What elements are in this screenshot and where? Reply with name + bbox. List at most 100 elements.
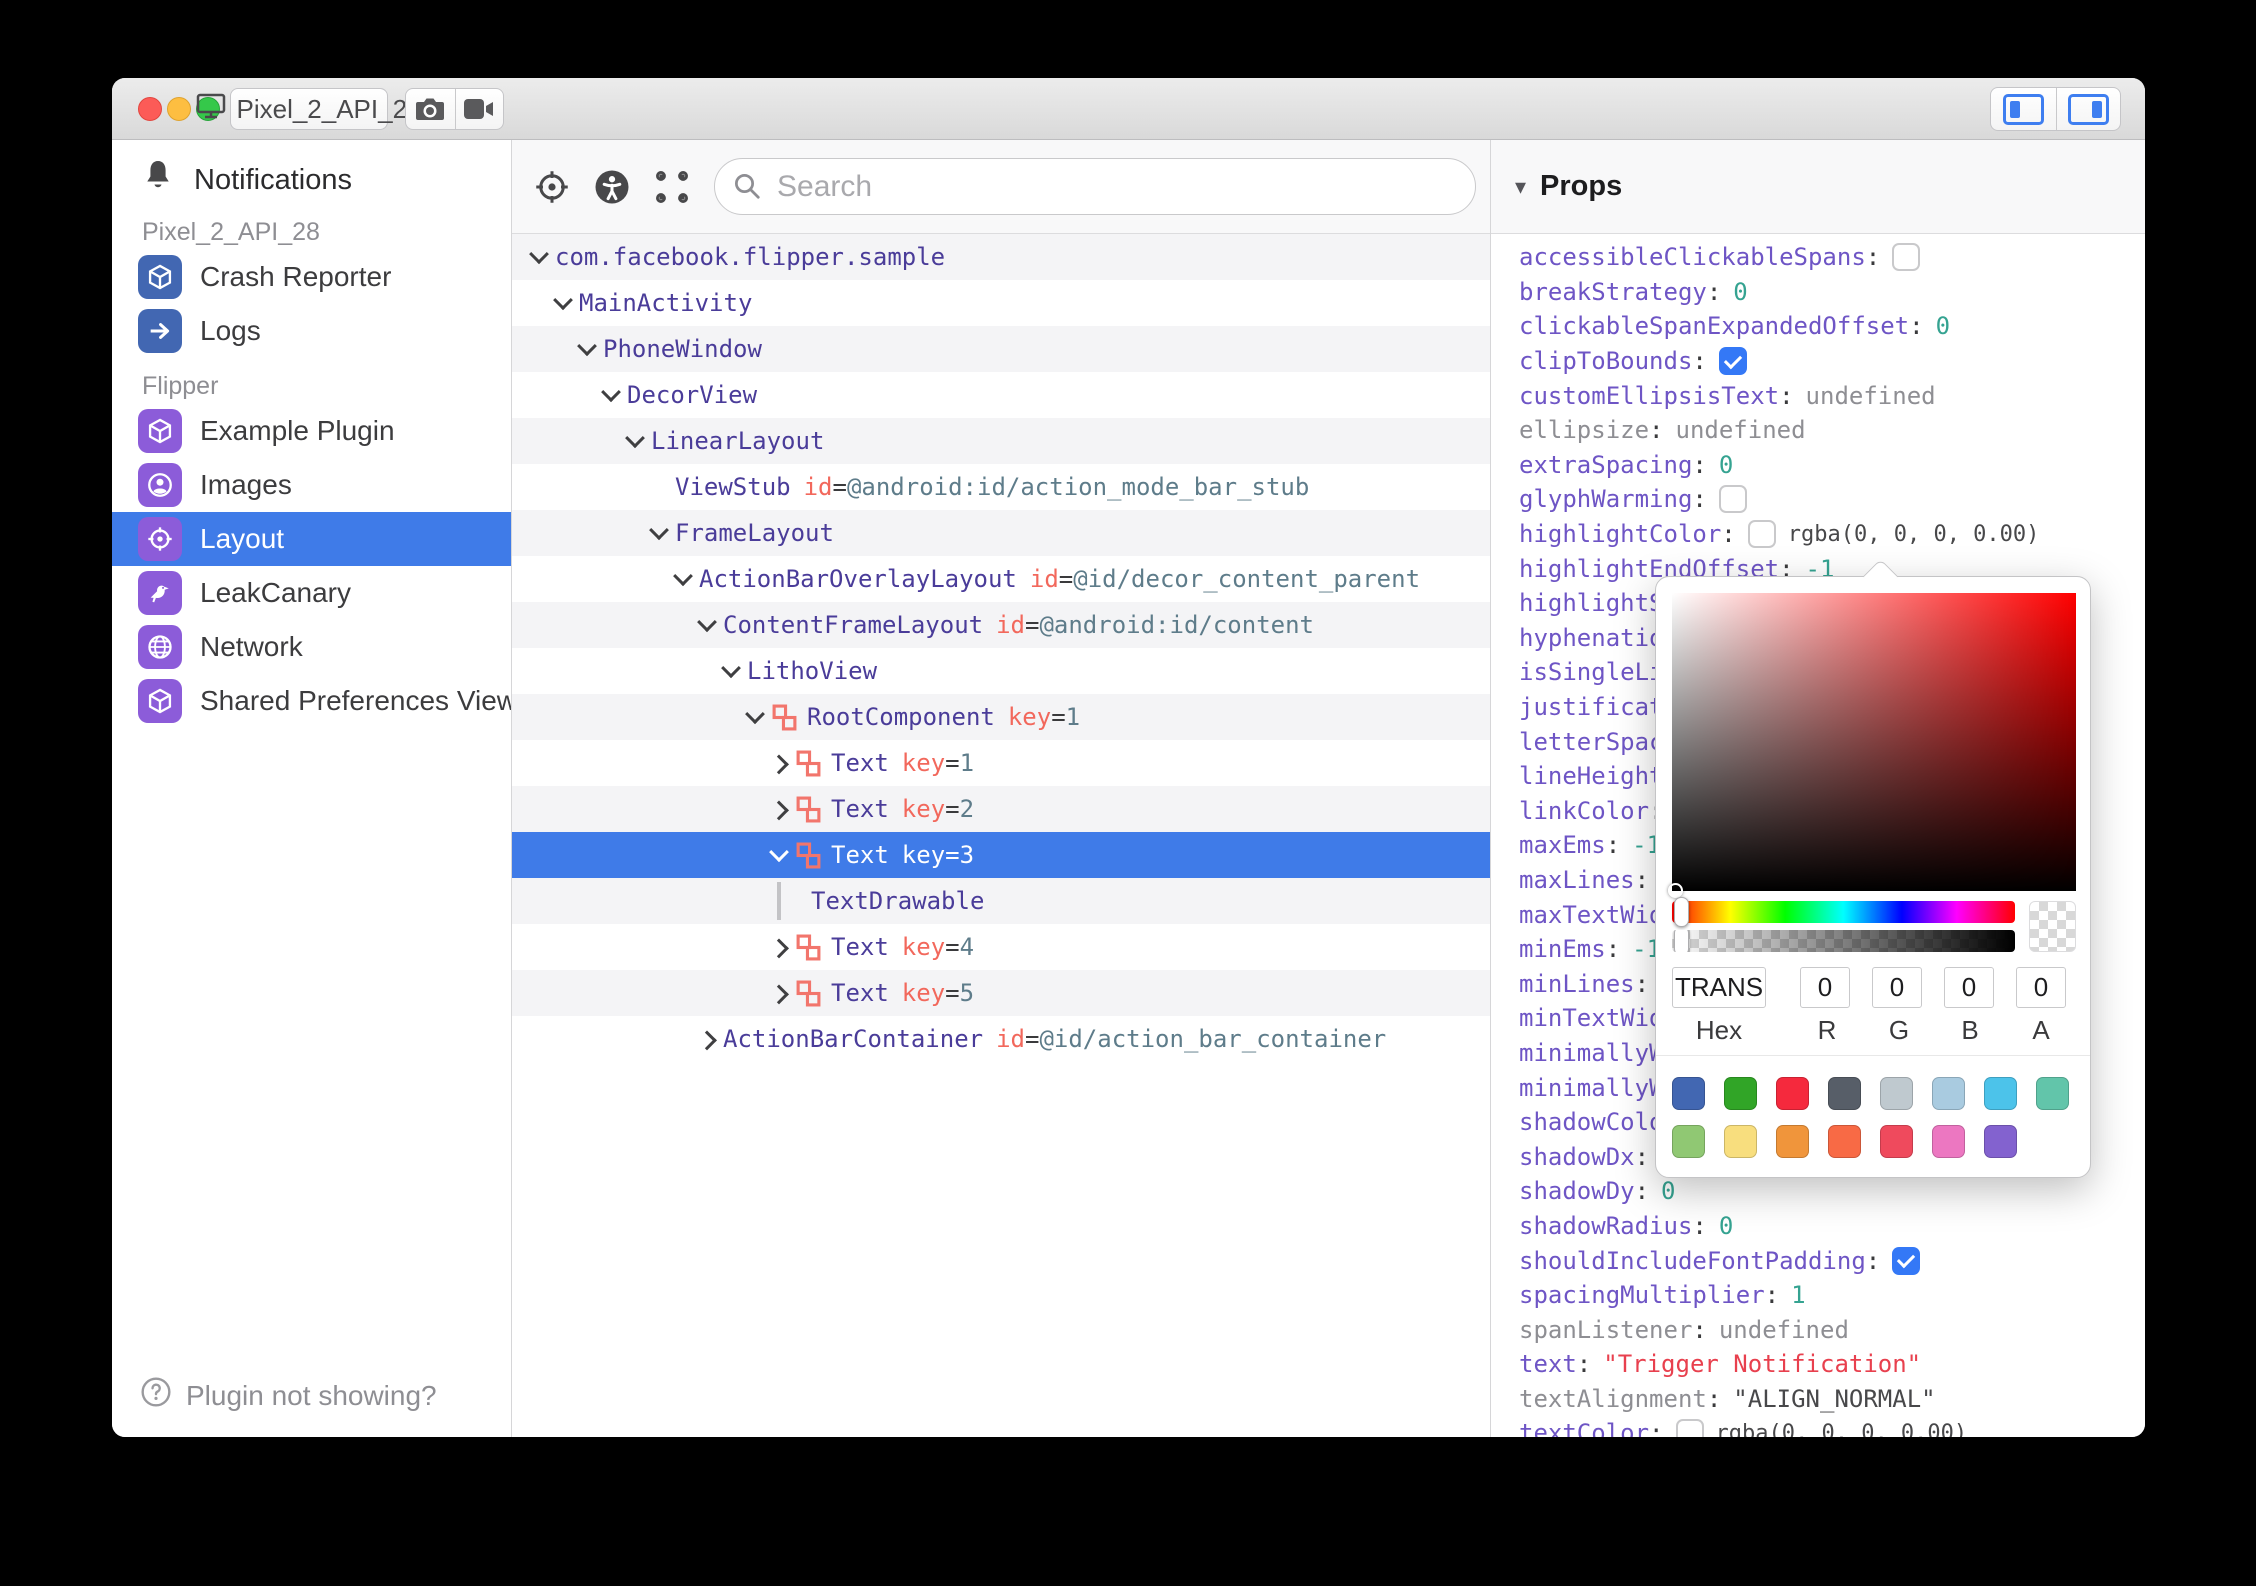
prop-value[interactable]: undefined — [1719, 1316, 1849, 1344]
prop-value[interactable]: 0 — [1936, 312, 1950, 340]
tree-row[interactable]: LinearLayout — [512, 418, 1490, 464]
prop-value[interactable]: 0 — [1733, 278, 1747, 306]
tree-row[interactable]: ActionBarOverlayLayout id=@id/decor_cont… — [512, 556, 1490, 602]
color-swatch[interactable] — [1932, 1077, 1965, 1110]
tree-row[interactable]: DecorView — [512, 372, 1490, 418]
color-swatch[interactable] — [1672, 1125, 1705, 1158]
tree-row[interactable]: ContentFrameLayout id=@android:id/conten… — [512, 602, 1490, 648]
chevron-icon[interactable] — [746, 710, 763, 724]
chevron-icon[interactable] — [626, 434, 643, 448]
screen-record-button[interactable] — [454, 89, 504, 129]
tree-row[interactable]: ViewStub id=@android:id/action_mode_bar_… — [512, 464, 1490, 510]
alpha-input[interactable] — [2016, 967, 2066, 1008]
alpha-slider[interactable] — [1672, 930, 2015, 952]
hex-input[interactable] — [1672, 967, 1766, 1008]
toggle-right-sidebar-button[interactable] — [2055, 88, 2121, 130]
tree-row[interactable]: PhoneWindow — [512, 326, 1490, 372]
device-selector-button[interactable]: Pixel_2_API_28 — [197, 88, 422, 130]
hue-slider-handle[interactable] — [1674, 897, 1689, 927]
color-swatch[interactable] — [1880, 1125, 1913, 1158]
tree-row[interactable]: MainActivity — [512, 280, 1490, 326]
alpha-slider-handle[interactable] — [1674, 930, 1689, 952]
color-swatch[interactable] — [2036, 1077, 2069, 1110]
prop-value[interactable]: 0 — [1719, 1212, 1733, 1240]
color-swatch[interactable] — [1724, 1077, 1757, 1110]
chevron-icon[interactable] — [578, 342, 595, 356]
chevron-icon[interactable] — [770, 756, 787, 770]
prop-value[interactable]: 1 — [1791, 1281, 1805, 1309]
sidebar-plugin-item[interactable]: LeakCanary — [112, 566, 511, 620]
chevron-icon[interactable] — [650, 526, 667, 540]
tree-row[interactable]: Text key=4 — [512, 924, 1490, 970]
tree-row[interactable]: Text key=3 — [512, 832, 1490, 878]
tree-row[interactable]: FrameLayout — [512, 510, 1490, 556]
minimize-button[interactable] — [167, 97, 191, 121]
prop-value[interactable]: undefined — [1806, 382, 1936, 410]
titlebar[interactable]: Pixel_2_API_28 — [112, 78, 2145, 140]
blue-input[interactable] — [1944, 967, 1994, 1008]
prop-checkbox[interactable] — [1892, 243, 1921, 272]
chevron-icon[interactable] — [698, 1032, 715, 1046]
chevron-icon[interactable] — [770, 802, 787, 816]
chevron-icon[interactable] — [722, 664, 739, 678]
prop-checkbox[interactable] — [1747, 520, 1776, 549]
chevron-icon[interactable] — [770, 882, 787, 920]
prop-value[interactable]: undefined — [1676, 416, 1806, 444]
tree-row[interactable]: Text key=5 — [512, 970, 1490, 1016]
tree-row[interactable]: com.facebook.flipper.sample — [512, 234, 1490, 280]
color-swatch[interactable] — [1880, 1077, 1913, 1110]
color-swatch[interactable] — [1984, 1077, 2017, 1110]
prop-value[interactable]: 0 — [1719, 451, 1733, 479]
hue-slider[interactable] — [1672, 897, 2015, 927]
close-button[interactable] — [138, 97, 162, 121]
prop-value[interactable]: 0 — [1661, 1177, 1675, 1205]
color-swatch[interactable] — [1828, 1125, 1861, 1158]
chevron-icon[interactable] — [602, 388, 619, 402]
green-input[interactable] — [1872, 967, 1922, 1008]
tree-row[interactable]: RootComponent key=1 — [512, 694, 1490, 740]
color-swatch[interactable] — [1776, 1077, 1809, 1110]
chevron-icon[interactable] — [530, 250, 547, 264]
search-input[interactable] — [714, 158, 1476, 215]
sidebar-item-notifications[interactable]: Notifications — [112, 156, 511, 204]
color-swatch[interactable] — [1672, 1077, 1705, 1110]
color-swatch[interactable] — [1984, 1125, 2017, 1158]
sidebar-plugin-item[interactable]: Network — [112, 620, 511, 674]
tree-row[interactable]: ActionBarContainer id=@id/action_bar_con… — [512, 1016, 1490, 1062]
plugin-not-showing-link[interactable]: Plugin not showing? — [140, 1376, 437, 1415]
accessibility-mode-button[interactable] — [592, 169, 632, 205]
sidebar-plugin-item[interactable]: Example Plugin — [112, 404, 511, 458]
props-section-header[interactable]: ▾ Props — [1491, 140, 2145, 234]
chevron-icon[interactable] — [554, 296, 571, 310]
select-element-button[interactable] — [652, 168, 692, 206]
prop-checkbox[interactable] — [1718, 347, 1747, 376]
saturation-cursor[interactable] — [1668, 883, 1683, 898]
screenshot-button[interactable] — [406, 89, 455, 129]
prop-checkbox[interactable] — [1892, 1246, 1921, 1275]
color-swatch[interactable] — [1932, 1125, 1965, 1158]
color-swatch[interactable] — [1828, 1077, 1861, 1110]
sidebar-plugin-item[interactable]: Shared Preferences Viewer — [112, 674, 511, 728]
tree-row[interactable]: LithoView — [512, 648, 1490, 694]
sidebar-plugin-item[interactable]: Layout — [112, 512, 511, 566]
prop-value[interactable]: rgba(0, 0, 0, 0.00) — [1716, 1421, 1968, 1437]
tree-row[interactable]: Text key=1 — [512, 740, 1490, 786]
target-mode-button[interactable] — [532, 169, 572, 205]
prop-checkbox[interactable] — [1718, 485, 1747, 514]
tree-row[interactable]: Text key=2 — [512, 786, 1490, 832]
prop-value[interactable]: rgba(0, 0, 0, 0.00) — [1788, 522, 2040, 547]
toggle-left-sidebar-button[interactable] — [1991, 88, 2056, 130]
sidebar-plugin-item[interactable]: Logs — [112, 304, 511, 358]
red-input[interactable] — [1800, 967, 1850, 1008]
chevron-icon[interactable] — [674, 572, 691, 586]
prop-checkbox[interactable] — [1675, 1419, 1704, 1437]
sidebar-plugin-item[interactable]: Images — [112, 458, 511, 512]
chevron-icon[interactable] — [698, 618, 715, 632]
chevron-icon[interactable] — [770, 986, 787, 1000]
prop-value[interactable]: "Trigger Notification" — [1603, 1350, 1921, 1378]
color-swatch[interactable] — [1776, 1125, 1809, 1158]
saturation-brightness-field[interactable] — [1668, 593, 2076, 898]
tree-row[interactable]: TextDrawable — [512, 878, 1490, 924]
chevron-icon[interactable] — [770, 848, 787, 862]
color-swatch[interactable] — [1724, 1125, 1757, 1158]
